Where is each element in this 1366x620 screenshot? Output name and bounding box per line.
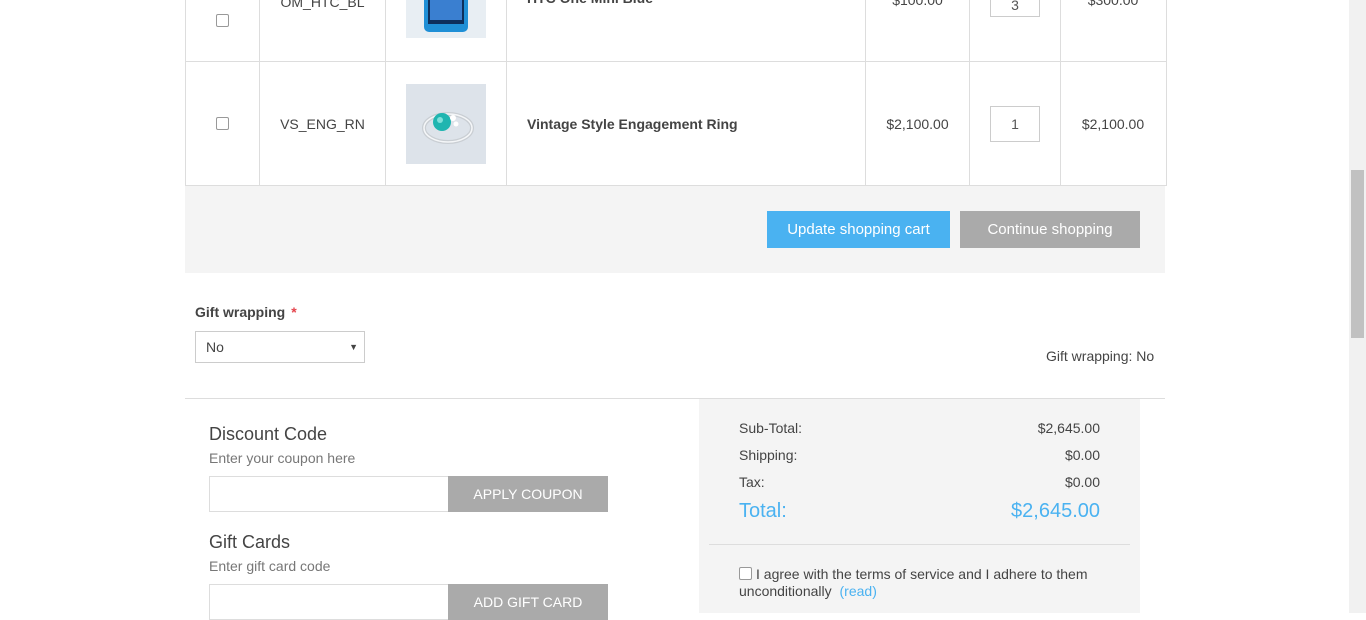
row-total: $2,100.00 xyxy=(1081,115,1145,132)
product-name[interactable]: Vintage Style Engagement Ring xyxy=(507,62,866,185)
tax-label: Tax: xyxy=(739,474,765,490)
quantity-cell: 1 xyxy=(970,62,1061,185)
totals-divider xyxy=(709,544,1130,545)
shipping-row: Shipping: $0.00 xyxy=(739,447,1100,463)
gift-wrapping-select[interactable]: No ▼ xyxy=(195,331,365,363)
gift-wrapping-label-text: Gift wrapping xyxy=(195,304,286,320)
total-label: Total: xyxy=(739,500,787,522)
table-row: VS_ENG_RN Vintage Style Engagement Ring … xyxy=(186,62,1166,186)
required-mark: * xyxy=(291,304,297,320)
table-row: OM_HTC_BL HTC One Mini Blue $100.00 3 $3… xyxy=(186,0,1166,62)
quantity-input[interactable]: 3 xyxy=(990,0,1040,17)
row-total: $300.00 xyxy=(1087,0,1139,8)
scrollbar-thumb[interactable] xyxy=(1351,170,1364,338)
quantity-input[interactable]: 1 xyxy=(990,105,1040,142)
remove-checkbox[interactable] xyxy=(216,117,229,130)
shipping-value: $0.00 xyxy=(1064,447,1100,463)
terms-read-link[interactable]: (read) xyxy=(840,583,877,599)
unit-price: $2,100.00 xyxy=(866,62,970,185)
terms-checkbox[interactable] xyxy=(739,567,752,580)
image-cell xyxy=(386,0,507,61)
subtotal-row: Sub-Total: $2,645.00 xyxy=(739,420,1100,436)
terms-agreement: I agree with the terms of service and I … xyxy=(739,566,1119,600)
ring-image[interactable] xyxy=(406,83,486,164)
giftcards-title: Gift Cards xyxy=(209,532,291,552)
phone-image[interactable] xyxy=(406,0,486,38)
add-gift-card-button[interactable]: ADD GIFT CARD xyxy=(448,584,608,620)
subtotal-value: $2,645.00 xyxy=(1037,420,1100,436)
terms-text: I agree with the terms of service and I … xyxy=(739,566,1088,599)
coupon-input[interactable] xyxy=(209,476,449,512)
giftcards-hint: Enter gift card code xyxy=(209,558,331,574)
total-row: Total: $2,645.00 xyxy=(739,500,1100,523)
apply-coupon-button[interactable]: APPLY COUPON xyxy=(448,476,608,512)
sku-cell: OM_HTC_BL xyxy=(260,0,386,61)
total-value: $2,645.00 xyxy=(1011,500,1100,522)
shipping-label: Shipping: xyxy=(739,447,798,463)
image-cell xyxy=(386,62,507,185)
unit-price: $100.00 xyxy=(866,0,970,61)
continue-shopping-button[interactable]: Continue shopping xyxy=(960,211,1140,248)
remove-checkbox[interactable] xyxy=(216,14,229,27)
discount-hint: Enter your coupon here xyxy=(209,450,356,466)
page-scrollbar[interactable] xyxy=(1349,0,1366,613)
cart-actions: Update shopping cart Continue shopping xyxy=(185,186,1165,273)
select-cell xyxy=(186,0,260,61)
select-cell xyxy=(186,62,260,185)
sku-cell: VS_ENG_RN xyxy=(260,62,386,185)
gift-wrapping-selected: No xyxy=(206,339,224,355)
gift-wrapping-summary: Gift wrapping: No xyxy=(1046,348,1155,364)
tax-value: $0.00 xyxy=(1064,474,1100,490)
quantity-cell: 3 xyxy=(970,0,1061,61)
cart-table: OM_HTC_BL HTC One Mini Blue $100.00 3 $3… xyxy=(185,0,1167,186)
order-totals: Sub-Total: $2,645.00 Shipping: $0.00 Tax… xyxy=(699,399,1140,613)
dropdown-arrow-icon: ▼ xyxy=(349,342,358,352)
subtotal-label: Sub-Total: xyxy=(739,420,803,436)
tax-row: Tax: $0.00 xyxy=(739,474,1100,490)
update-cart-button[interactable]: Update shopping cart xyxy=(767,211,950,248)
gift-card-input[interactable] xyxy=(209,584,449,620)
product-name[interactable]: HTC One Mini Blue xyxy=(507,0,866,61)
discount-title: Discount Code xyxy=(209,424,328,444)
gift-wrapping-label: Gift wrapping * xyxy=(195,304,297,320)
